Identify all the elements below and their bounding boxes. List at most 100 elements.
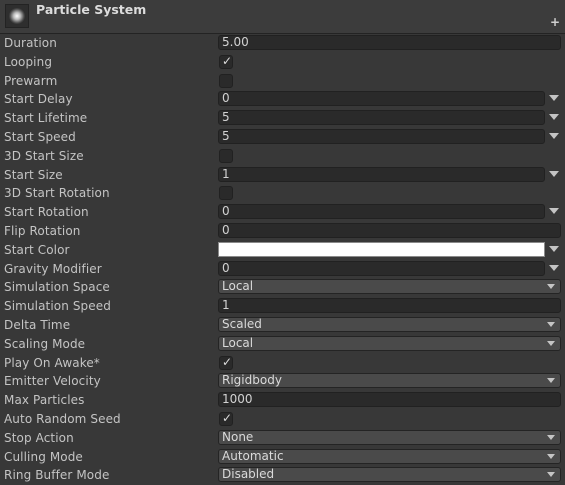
property-list: Duration 5.00 Looping ✓ Prewarm Start Delay 0 S… [0, 34, 565, 485]
gravity-modifier-field[interactable]: 0 [218, 260, 545, 276]
property-row-start-lifetime: Start Lifetime 5 [0, 109, 565, 128]
property-label: Stop Action [4, 430, 74, 445]
flip-rotation-field[interactable]: 0 [218, 222, 561, 238]
property-label: Start Lifetime [4, 111, 88, 126]
max-particles-field[interactable]: 1000 [218, 392, 561, 408]
property-label: Looping [4, 54, 53, 69]
property-row-auto-random-seed: Auto Random Seed ✓ [0, 410, 565, 429]
stop-action-dropdown[interactable]: None [218, 429, 561, 445]
particle-system-icon [5, 4, 29, 28]
property-label: Flip Rotation [4, 223, 81, 238]
chevron-down-icon [547, 378, 555, 384]
chevron-down-icon [547, 340, 555, 346]
property-label: Start Size [4, 167, 63, 182]
emitter-velocity-dropdown[interactable]: Rigidbody [218, 373, 561, 389]
prewarm-checkbox[interactable] [219, 73, 233, 88]
simulation-speed-field[interactable]: 1 [218, 298, 561, 314]
start-rotation-field[interactable]: 0 [218, 204, 545, 220]
property-row-start-rotation: Start Rotation 0 [0, 203, 565, 222]
property-row-gravity-modifier: Gravity Modifier 0 [0, 260, 565, 279]
chevron-down-icon [547, 434, 555, 440]
curve-mode-dropdown-icon[interactable] [549, 170, 559, 177]
start-delay-field[interactable]: 0 [218, 91, 545, 107]
property-row-start-delay: Start Delay 0 [0, 90, 565, 109]
add-icon[interactable]: + [550, 15, 560, 29]
property-row-start-speed: Start Speed 5 [0, 128, 565, 147]
property-label: Play On Awake* [4, 355, 100, 370]
checkmark-icon: ✓ [222, 53, 233, 68]
curve-mode-dropdown-icon[interactable] [549, 208, 559, 215]
property-label: Prewarm [4, 73, 58, 88]
property-label: Culling Mode [4, 449, 83, 464]
duration-field[interactable]: 5.00 [218, 35, 561, 50]
simulation-space-dropdown[interactable]: Local [218, 279, 561, 295]
property-row-play-on-awake: Play On Awake* ✓ [0, 354, 565, 373]
property-label: Duration [4, 36, 57, 50]
property-label: 3D Start Rotation [4, 186, 110, 201]
chevron-down-icon [547, 453, 555, 459]
property-row-looping: Looping ✓ [0, 53, 565, 72]
looping-checkbox[interactable]: ✓ [219, 53, 233, 69]
property-row-flip-rotation: Flip Rotation 0 [0, 222, 565, 241]
dropdown-value: Automatic [222, 448, 284, 463]
property-row-max-particles: Max Particles 1000 [0, 391, 565, 410]
property-row-start-size: Start Size 1 [0, 166, 565, 185]
property-label: 3D Start Size [4, 148, 84, 163]
property-label: Start Speed [4, 129, 76, 144]
3d-start-size-checkbox[interactable] [219, 148, 233, 163]
delta-time-dropdown[interactable]: Scaled [218, 316, 561, 332]
property-row-ring-buffer-mode: Ring Buffer Mode Disabled [0, 466, 565, 485]
start-speed-field[interactable]: 5 [218, 128, 545, 144]
property-label: Ring Buffer Mode [4, 468, 110, 483]
dropdown-value: Rigidbody [222, 373, 282, 388]
curve-mode-dropdown-icon[interactable] [549, 264, 559, 271]
property-row-emitter-velocity: Emitter Velocity Rigidbody [0, 372, 565, 391]
property-label: Gravity Modifier [4, 261, 102, 276]
property-label: Delta Time [4, 317, 71, 332]
3d-start-rotation-checkbox[interactable] [219, 186, 233, 201]
dropdown-value: Local [222, 279, 254, 294]
curve-mode-dropdown-icon[interactable] [549, 114, 559, 121]
property-label: Auto Random Seed [4, 411, 121, 426]
property-row-stop-action: Stop Action None [0, 429, 565, 448]
property-label: Max Particles [4, 393, 85, 408]
property-row-prewarm: Prewarm [0, 72, 565, 91]
property-row-simulation-speed: Simulation Speed 1 [0, 297, 565, 316]
start-size-field[interactable]: 1 [218, 166, 545, 182]
property-label: Start Delay [4, 92, 73, 107]
property-row-3d-start-rotation: 3D Start Rotation [0, 184, 565, 203]
component-header[interactable]: Particle System + [0, 0, 565, 34]
start-color-swatch[interactable] [218, 241, 545, 257]
dropdown-value: Local [222, 335, 254, 350]
curve-mode-dropdown-icon[interactable] [549, 132, 559, 139]
culling-mode-dropdown[interactable]: Automatic [218, 448, 561, 464]
component-title: Particle System [36, 2, 147, 17]
checkmark-icon: ✓ [222, 410, 233, 425]
dropdown-value: None [222, 429, 254, 444]
ring-buffer-mode-dropdown[interactable]: Disabled [218, 467, 561, 483]
property-label: Simulation Speed [4, 299, 111, 314]
property-row-culling-mode: Culling Mode Automatic [0, 448, 565, 467]
property-label: Emitter Velocity [4, 374, 101, 389]
scaling-mode-dropdown[interactable]: Local [218, 335, 561, 351]
property-label: Simulation Space [4, 280, 110, 295]
property-label: Scaling Mode [4, 336, 86, 351]
auto-random-seed-checkbox[interactable]: ✓ [219, 410, 233, 426]
property-row-scaling-mode: Scaling Mode Local [0, 335, 565, 354]
color-mode-dropdown-icon[interactable] [549, 245, 559, 252]
checkmark-icon: ✓ [222, 354, 233, 369]
start-lifetime-field[interactable]: 5 [218, 110, 545, 126]
property-row-start-color: Start Color [0, 241, 565, 260]
property-row-duration: Duration 5.00 [0, 34, 565, 53]
dropdown-value: Disabled [222, 467, 275, 482]
chevron-down-icon [547, 284, 555, 290]
property-label: Start Rotation [4, 205, 89, 220]
property-row-delta-time: Delta Time Scaled [0, 316, 565, 335]
curve-mode-dropdown-icon[interactable] [549, 95, 559, 102]
property-label: Start Color [4, 242, 70, 257]
property-row-3d-start-size: 3D Start Size [0, 147, 565, 166]
dropdown-value: Scaled [222, 316, 262, 331]
chevron-down-icon [547, 321, 555, 327]
chevron-down-icon [547, 472, 555, 478]
play-on-awake-checkbox[interactable]: ✓ [219, 354, 233, 370]
